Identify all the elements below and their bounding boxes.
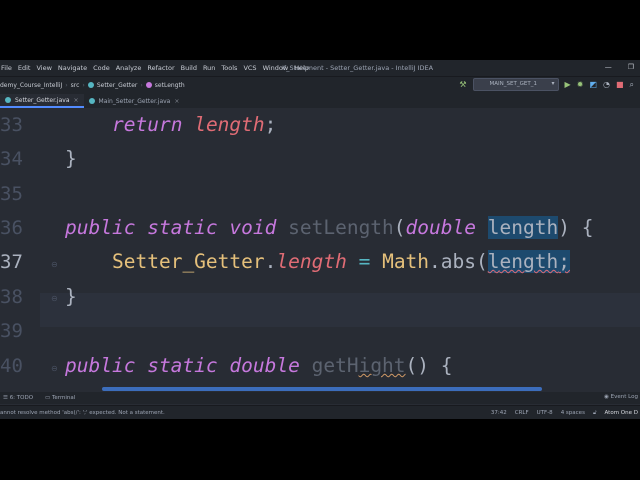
- run-configuration-label: MAIN_SET_GET_1: [489, 81, 537, 87]
- navigation-bar: demy_Course_IntelliJ › src › Setter_Gett…: [0, 76, 640, 93]
- java-class-icon: [5, 97, 11, 103]
- breadcrumb-method[interactable]: setLength: [155, 82, 185, 89]
- menu-view[interactable]: View: [36, 64, 51, 72]
- menu-navigate[interactable]: Navigate: [58, 64, 87, 72]
- tab-main-setter-getter[interactable]: Main_Setter_Getter.java ×: [84, 94, 185, 108]
- ide-window: File Edit View Navigate Code Analyze Ref…: [0, 60, 640, 419]
- coverage-icon[interactable]: ◩: [589, 80, 597, 90]
- breadcrumb: demy_Course_IntelliJ › src › Setter_Gett…: [0, 82, 185, 89]
- code-editor[interactable]: 33 34 35 36 37 38 39 40 ⊖ ⊖ ⊖ return len…: [0, 108, 640, 393]
- terminal-tool-button[interactable]: ▭ Terminal: [45, 395, 75, 401]
- breadcrumb-class[interactable]: Setter_Getter: [97, 82, 138, 89]
- close-icon[interactable]: ×: [174, 98, 179, 105]
- tab-label: Setter_Getter.java: [15, 96, 70, 104]
- code-line-38: }: [65, 285, 77, 308]
- todo-tool-button[interactable]: ☰ 6: TODO: [3, 395, 33, 401]
- menu-vcs[interactable]: VCS: [243, 64, 256, 72]
- chevron-right-icon: ›: [65, 81, 68, 89]
- debug-icon[interactable]: ✹: [577, 80, 584, 90]
- java-class-icon: [88, 98, 95, 104]
- event-log-icon: ◉: [604, 394, 609, 400]
- method-icon: [145, 82, 152, 88]
- search-icon[interactable]: ⌕: [630, 80, 634, 90]
- menu-tools[interactable]: Tools: [221, 64, 237, 72]
- class-icon: [87, 82, 94, 88]
- stop-icon[interactable]: ■: [616, 80, 624, 90]
- menu-build[interactable]: Build: [181, 64, 197, 72]
- hammer-icon[interactable]: ⚒: [459, 80, 466, 90]
- tab-setter-getter[interactable]: Setter_Getter.java ×: [0, 94, 84, 108]
- close-icon[interactable]: ×: [74, 97, 79, 104]
- chevron-down-icon: ▾: [551, 80, 555, 87]
- caret-position[interactable]: 37:42: [491, 410, 507, 417]
- run-icon[interactable]: ▶: [565, 80, 571, 90]
- event-log-button[interactable]: ◉ Event Log: [604, 394, 638, 400]
- breadcrumb-src[interactable]: src: [71, 82, 80, 89]
- code-line-40: public static double getHight() {: [65, 354, 453, 377]
- code-line-37: Setter_Getter.length = Math.abs(length;: [112, 250, 570, 273]
- chevron-right-icon: ›: [140, 81, 143, 89]
- tab-label: Main_Setter_Getter.java: [98, 97, 171, 105]
- code-area[interactable]: return length; } public static void setL…: [0, 108, 640, 393]
- restore-icon[interactable]: ❐: [628, 63, 634, 71]
- tool-window-bar: ☰ 6: TODO ▭ Terminal ◉ Event Log: [0, 392, 640, 404]
- terminal-icon: ▭: [45, 395, 51, 401]
- code-line-33: return length;: [112, 113, 277, 136]
- menu-edit[interactable]: Edit: [18, 64, 31, 72]
- menu-refactor[interactable]: Refactor: [147, 64, 174, 72]
- menu-file[interactable]: File: [1, 64, 12, 72]
- line-separator[interactable]: CRLF: [515, 410, 529, 417]
- profile-icon[interactable]: ◔: [603, 80, 610, 90]
- menu-run[interactable]: Run: [203, 64, 215, 72]
- file-encoding[interactable]: UTF-8: [537, 410, 553, 417]
- theme-name[interactable]: Atom One D: [605, 410, 638, 417]
- breadcrumb-project[interactable]: demy_Course_IntelliJ: [0, 82, 62, 89]
- menu-code[interactable]: Code: [93, 64, 110, 72]
- indent-setting[interactable]: 4 spaces: [561, 410, 585, 417]
- chevron-right-icon: ›: [82, 81, 85, 89]
- todo-icon: ☰: [3, 395, 8, 401]
- code-line-34: }: [65, 147, 77, 170]
- minimize-icon[interactable]: —: [605, 63, 612, 71]
- status-message[interactable]: annot resolve method 'abs(/': ';' expect…: [0, 410, 165, 416]
- code-line-36: public static void setLength(double leng…: [65, 216, 594, 239]
- editor-tabs: Setter_Getter.java × Main_Setter_Getter.…: [0, 93, 640, 108]
- window-title: If_Statement - Setter_Getter.java - Inte…: [282, 64, 434, 72]
- horizontal-scrollbar[interactable]: [102, 387, 542, 391]
- lock-icon[interactable]: 🔓︎: [593, 410, 597, 417]
- status-bar: annot resolve method 'abs(/': ';' expect…: [0, 405, 640, 419]
- menu-bar: File Edit View Navigate Code Analyze Ref…: [0, 60, 640, 76]
- menu-analyze[interactable]: Analyze: [116, 64, 142, 72]
- run-configuration-select[interactable]: MAIN_SET_GET_1 ▾: [472, 78, 559, 91]
